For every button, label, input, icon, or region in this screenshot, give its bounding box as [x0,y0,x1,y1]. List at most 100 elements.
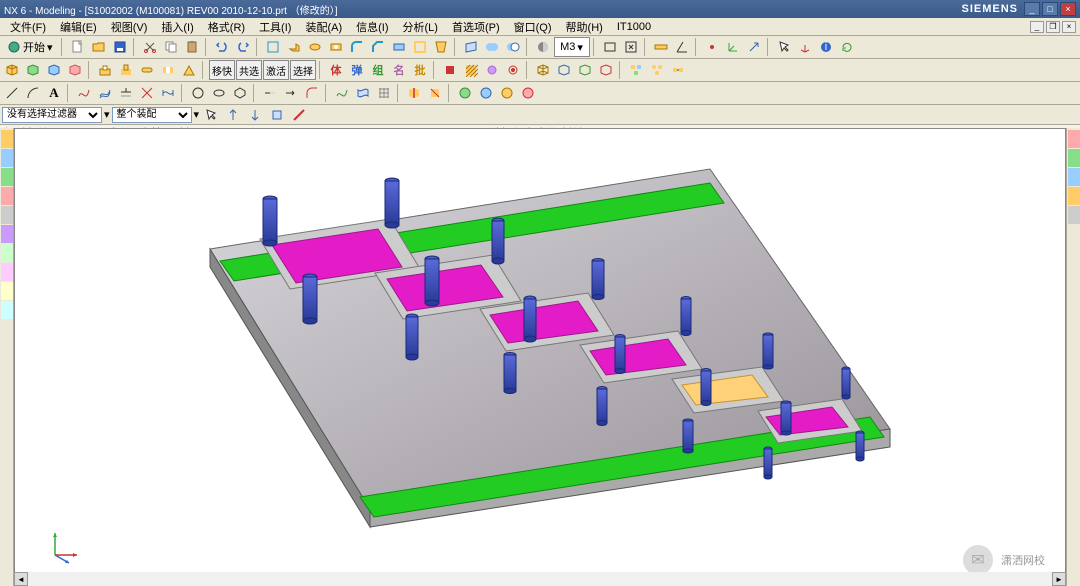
menu-file[interactable]: 文件(F) [4,18,52,36]
scroll-right-button[interactable]: ► [1052,572,1066,586]
draft-button[interactable] [431,37,451,57]
vector-button[interactable] [744,37,764,57]
wire-box-button[interactable] [533,60,553,80]
refresh-button[interactable] [837,37,857,57]
menu-view[interactable]: 视图(V) [105,18,154,36]
menu-help[interactable]: 帮助(H) [560,18,609,36]
dock-tab-9[interactable] [1,282,13,300]
cut-button[interactable] [140,37,160,57]
cn-ming-button[interactable]: 名 [389,60,409,80]
pad-button[interactable] [116,60,136,80]
select-all-button[interactable] [774,37,794,57]
tool-wave-button[interactable] [482,60,502,80]
datum-plane-button[interactable] [461,37,481,57]
clip-button[interactable] [425,83,445,103]
menu-edit[interactable]: 编辑(E) [54,18,103,36]
menu-prefs[interactable]: 首选项(P) [446,18,506,36]
blend-button[interactable] [347,37,367,57]
sel-tool-1[interactable] [201,105,221,125]
rdock-5[interactable] [1068,206,1080,224]
scope-combo[interactable]: 整个装配 [112,107,192,123]
project-button[interactable] [116,83,136,103]
menu-analysis[interactable]: 分析(L) [397,18,444,36]
tool-link-button[interactable] [503,60,523,80]
horizontal-scrollbar[interactable]: ◄ ► [14,572,1066,586]
arc-button[interactable] [23,83,43,103]
sel-tool-5[interactable] [289,105,309,125]
cn-zu-button[interactable]: 组 [368,60,388,80]
menu-tools[interactable]: 工具(I) [253,18,297,36]
quick-button-2[interactable]: 共选 [236,60,262,80]
orange-circle-button[interactable] [497,83,517,103]
menu-it1000[interactable]: IT1000 [611,20,657,34]
sel-tool-2[interactable] [223,105,243,125]
sel-tool-3[interactable] [245,105,265,125]
open-button[interactable] [89,37,109,57]
spline-button[interactable] [74,83,94,103]
angle-button[interactable] [672,37,692,57]
navigator-tab[interactable] [1,130,13,148]
save-button[interactable] [110,37,130,57]
cube-green-button[interactable] [23,60,43,80]
tool-hatch-button[interactable] [461,60,481,80]
rdock-1[interactable] [1068,130,1080,148]
filter-combo[interactable]: 没有选择过滤器 [2,107,102,123]
minimize-button[interactable]: _ [1024,2,1040,16]
trim-button[interactable] [389,37,409,57]
hole-button[interactable] [326,37,346,57]
ellipse-button[interactable] [209,83,229,103]
tool-red-button[interactable] [440,60,460,80]
wcs-button[interactable] [795,37,815,57]
roles-tab[interactable] [1,206,13,224]
layer-combo[interactable]: M3▾ [554,37,590,57]
menu-window[interactable]: 窗口(Q) [508,18,558,36]
info-button[interactable]: i [816,37,836,57]
offset-curve-button[interactable] [95,83,115,103]
csys-button[interactable] [723,37,743,57]
pocket-button[interactable] [95,60,115,80]
unite-button[interactable] [482,37,502,57]
cube-yellow-button[interactable] [2,60,22,80]
polygon-button[interactable] [230,83,250,103]
extrude-button[interactable] [284,37,304,57]
cube-blue-button[interactable] [44,60,64,80]
bridge-button[interactable] [158,83,178,103]
doc-close-button[interactable]: × [1062,21,1076,33]
scroll-left-button[interactable]: ◄ [14,572,28,586]
close-button[interactable]: × [1060,2,1076,16]
scroll-track[interactable] [28,572,1052,586]
extend-button[interactable] [281,83,301,103]
reuse-tab[interactable] [1,187,13,205]
assembly-button[interactable] [626,60,646,80]
sel-tool-4[interactable] [267,105,287,125]
cube-pink-button[interactable] [65,60,85,80]
dock-tab-7[interactable] [1,244,13,262]
measure-button[interactable] [651,37,671,57]
subtract-button[interactable] [503,37,523,57]
internet-tab[interactable] [1,225,13,243]
sketch-button[interactable] [263,37,283,57]
line-button[interactable] [2,83,22,103]
blue-circle-button[interactable] [476,83,496,103]
doc-restore-button[interactable]: ❐ [1046,21,1060,33]
paste-button[interactable] [182,37,202,57]
part-tab[interactable] [1,149,13,167]
rib-button[interactable] [179,60,199,80]
cn-ti-button[interactable]: 体 [326,60,346,80]
menu-assembly[interactable]: 装配(A) [299,18,348,36]
explode-button[interactable] [647,60,667,80]
cn-pi-button[interactable]: 批 [410,60,430,80]
rdock-3[interactable] [1068,168,1080,186]
cn-tan-button[interactable]: 弹 [347,60,367,80]
text-button[interactable]: A [44,83,64,103]
menu-insert[interactable]: 插入(I) [155,18,199,36]
wire-box2-button[interactable] [554,60,574,80]
shade-button[interactable] [533,37,553,57]
revolve-button[interactable] [305,37,325,57]
new-button[interactable] [68,37,88,57]
quick-button-4[interactable]: 选择 [290,60,316,80]
intersect-button[interactable] [137,83,157,103]
graphics-viewport[interactable]: ✉ 潇洒网校 [14,128,1066,586]
quick-button-3[interactable]: 激活 [263,60,289,80]
mesh-button[interactable] [374,83,394,103]
